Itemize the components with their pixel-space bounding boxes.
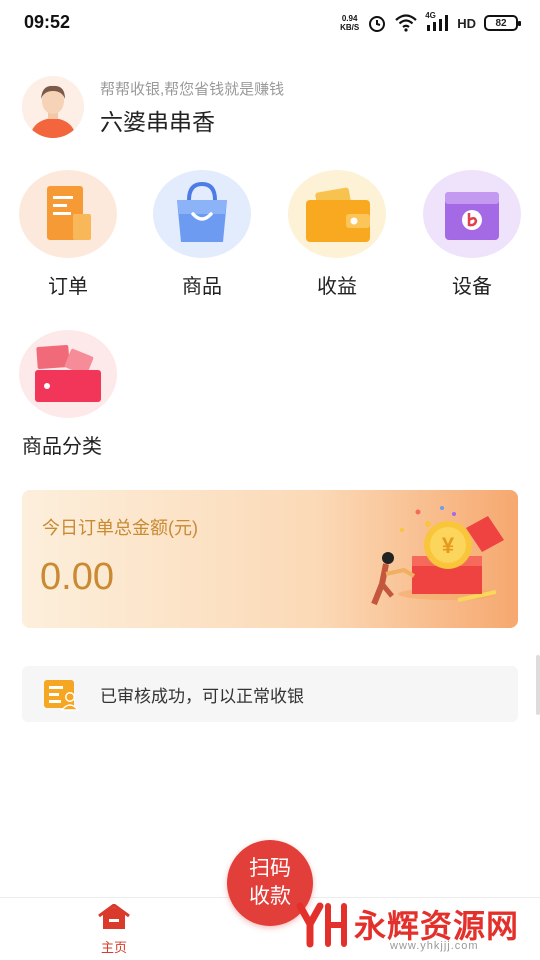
feature-category[interactable]: 商品分类 <box>8 330 128 459</box>
gift-box-illustration-icon: ¥ <box>371 506 504 606</box>
avatar[interactable] <box>22 76 84 138</box>
net-speed: 0.94 KB/S <box>340 14 359 32</box>
device-icon <box>423 170 521 258</box>
feature-earnings-label: 收益 <box>317 276 357 298</box>
net-speed-unit: KB/S <box>340 23 360 32</box>
summary-title: 今日订单总金额(元) <box>42 518 198 538</box>
watermark: 永辉资源网 www.yhkjjj.com <box>296 900 519 952</box>
scan-button-line2: 收款 <box>249 885 291 908</box>
shopping-bag-icon <box>153 170 251 258</box>
status-icons: 0.94 KB/S 4G HD 82 <box>340 11 521 34</box>
scan-button-line1: 扫码 <box>249 857 291 880</box>
profile-slogan: 帮帮收银,帮您省钱就是赚钱 <box>100 80 285 98</box>
store-name: 六婆串串香 <box>100 108 215 135</box>
feature-orders[interactable]: 订单 <box>8 170 128 299</box>
alarm-icon <box>369 16 386 32</box>
feature-orders-label: 订单 <box>48 276 88 298</box>
status-bar: 09:52 0.94 KB/S 4G HD 82 <box>0 0 540 48</box>
status-time: 09:52 <box>24 12 71 32</box>
orders-icon <box>19 170 117 258</box>
cell-signal-icon: 4G <box>425 11 449 32</box>
hd-indicator: HD <box>457 15 476 31</box>
id-card-icon <box>44 680 80 711</box>
feature-products[interactable]: 商品 <box>142 170 262 299</box>
nav-home-label: 主页 <box>100 940 127 955</box>
profile-header[interactable]: 帮帮收银,帮您省钱就是赚钱 六婆串串香 <box>22 76 284 138</box>
home-icon <box>98 903 130 929</box>
nav-home[interactable]: 主页 <box>93 903 135 956</box>
wallet-icon <box>288 170 386 258</box>
watermark-logo-icon <box>296 902 347 948</box>
watermark-url: www.yhkjjj.com <box>390 940 479 952</box>
feature-products-label: 商品 <box>182 276 222 298</box>
feature-category-label: 商品分类 <box>22 436 102 458</box>
scrollbar[interactable] <box>536 655 540 715</box>
coin-symbol: ¥ <box>442 533 455 558</box>
battery-icon: 82 <box>484 15 521 31</box>
battery-level: 82 <box>495 17 507 29</box>
summary-amount: 0.00 <box>40 556 114 598</box>
feature-devices-label: 设备 <box>452 276 492 298</box>
feature-earnings[interactable]: 收益 <box>277 170 397 299</box>
approval-notice: 已审核成功，可以正常收银 <box>22 666 518 722</box>
feature-devices[interactable]: 设备 <box>412 170 532 299</box>
category-icon <box>19 330 117 418</box>
wifi-icon <box>395 14 417 32</box>
profile-text: 帮帮收银,帮您省钱就是赚钱 六婆串串香 <box>100 78 284 137</box>
net-speed-value: 0.94 <box>341 14 358 23</box>
today-order-summary-card[interactable]: 今日订单总金额(元) 0.00 ¥ <box>22 490 518 628</box>
notice-text: 已审核成功，可以正常收银 <box>100 686 304 706</box>
